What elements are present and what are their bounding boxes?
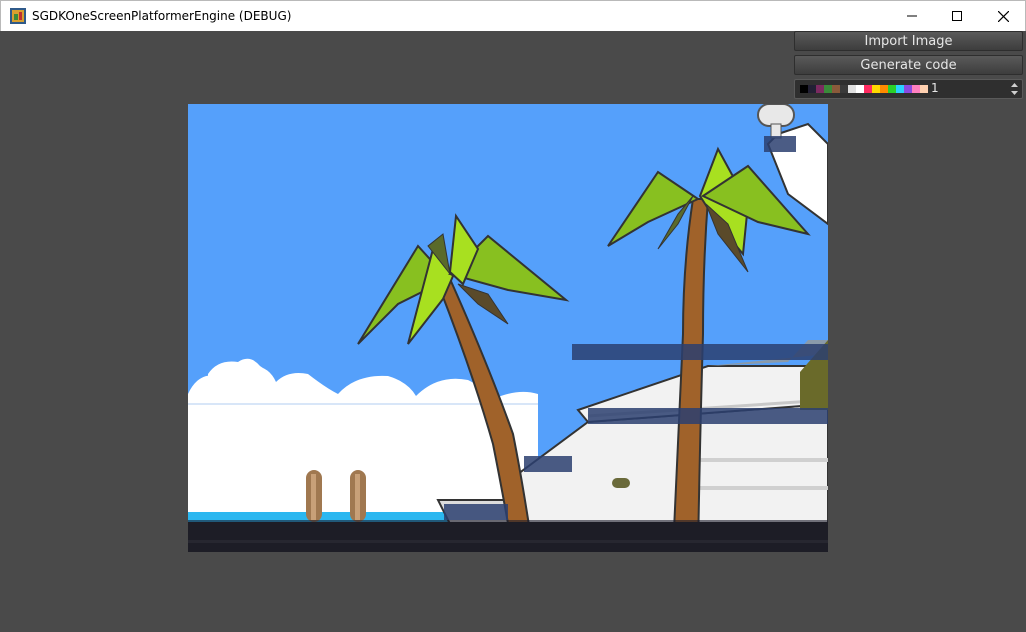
palette-swatch <box>808 85 816 93</box>
palette-selected-value: 1 <box>931 81 939 95</box>
maximize-icon <box>952 11 962 21</box>
palette-swatch <box>832 85 840 93</box>
import-image-button[interactable]: Import Image <box>794 31 1023 51</box>
palette-swatch <box>800 85 808 93</box>
palette-swatch <box>816 85 824 93</box>
palette-swatch <box>920 85 928 93</box>
collision-tile <box>764 136 796 152</box>
palette-swatch <box>912 85 920 93</box>
client-area: Import Image Generate code 1 <box>0 31 1026 632</box>
window-title: SGDKOneScreenPlatformerEngine (DEBUG) <box>32 9 292 23</box>
level-canvas[interactable] <box>188 104 828 552</box>
palette-swatch <box>856 85 864 93</box>
collision-tile <box>524 456 572 472</box>
palette-swatch <box>888 85 896 93</box>
app-icon <box>10 8 26 24</box>
collision-tile <box>188 520 828 552</box>
palette-swatch <box>896 85 904 93</box>
minimize-icon <box>907 15 917 17</box>
palette-swatch <box>880 85 888 93</box>
generate-code-button[interactable]: Generate code <box>794 55 1023 75</box>
palette-swatch <box>848 85 856 93</box>
collision-tile <box>588 408 828 424</box>
level-image <box>188 104 828 552</box>
spinner-arrows-icon[interactable] <box>1010 82 1019 96</box>
palette-swatches <box>800 85 928 93</box>
palette-swatch <box>864 85 872 93</box>
palette-select[interactable]: 1 <box>794 79 1023 99</box>
palette-swatch <box>840 85 848 93</box>
close-button[interactable] <box>980 1 1026 31</box>
palette-swatch <box>824 85 832 93</box>
palette-swatch <box>872 85 880 93</box>
maximize-button[interactable] <box>934 1 980 31</box>
palette-swatch <box>904 85 912 93</box>
title-bar[interactable]: SGDKOneScreenPlatformerEngine (DEBUG) <box>0 0 1026 31</box>
collision-tile <box>572 344 828 360</box>
collision-tile <box>444 504 508 520</box>
minimize-button[interactable] <box>889 1 935 31</box>
close-icon <box>997 10 1009 22</box>
